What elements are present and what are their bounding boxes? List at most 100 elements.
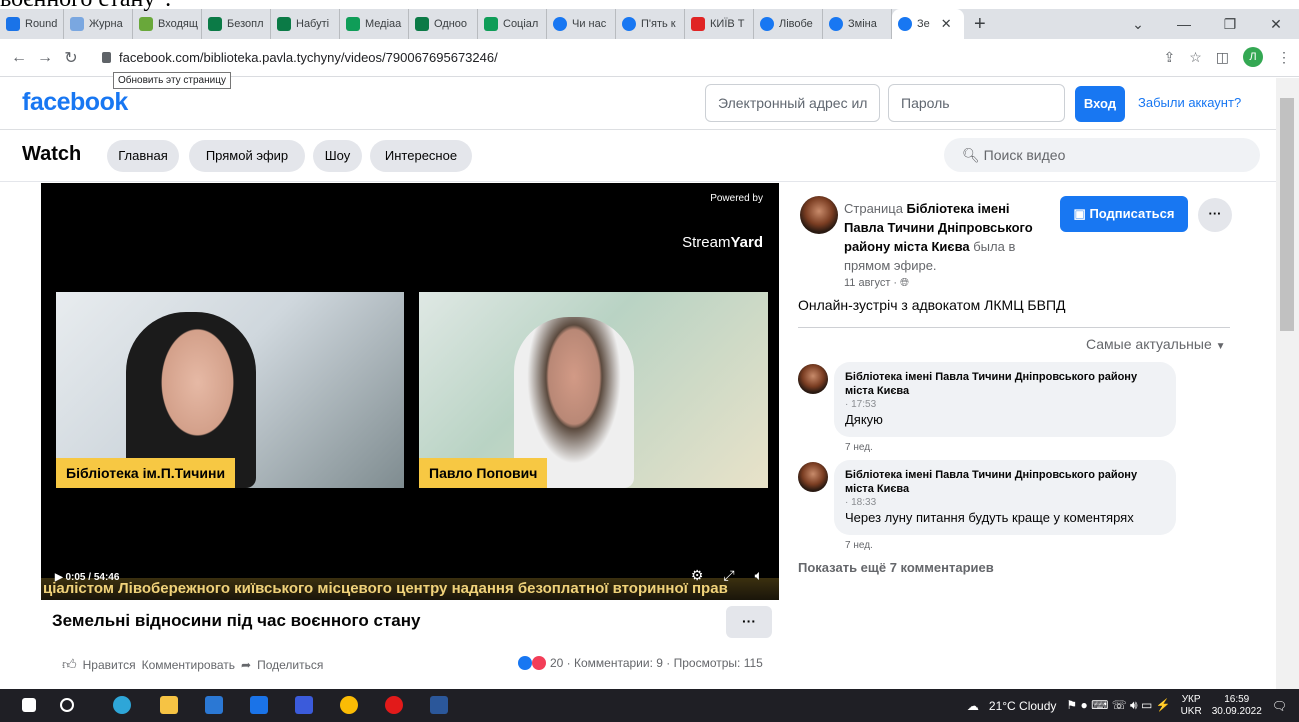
browser-tab[interactable]: Соціал — [478, 9, 547, 39]
tab-label: Зе — [917, 18, 930, 30]
store-icon[interactable] — [205, 696, 223, 714]
side-panel-icon[interactable]: ◫ — [1216, 49, 1229, 66]
language-indicator[interactable]: УКР UKR — [1181, 694, 1202, 718]
post-datetime[interactable]: 11 август · 🌐︎ — [844, 277, 909, 290]
lang-bottom: UKR — [1180, 705, 1202, 717]
search-icon[interactable] — [60, 698, 74, 712]
bookmark-star-icon[interactable]: ☆ — [1189, 49, 1202, 66]
browser-tab[interactable]: Медіаа — [340, 9, 409, 39]
watch-nav-bar: Watch Главная Прямой эфир Шоу Интересное… — [0, 130, 1276, 182]
share-arrow-icon[interactable]: ➦ — [241, 658, 251, 672]
minimize-icon[interactable]: — — [1161, 9, 1207, 39]
scrollbar-thumb[interactable] — [1280, 98, 1294, 331]
video-search-input[interactable]: 🔍︎ Поиск видео — [944, 138, 1260, 172]
facebook-icon — [829, 17, 843, 31]
browser-tab-active[interactable]: Зе ✕ — [892, 9, 964, 39]
comment-author[interactable]: Бібліотека імені Павла Тичини Дніпровськ… — [845, 468, 1165, 496]
media-player-icon[interactable] — [295, 696, 313, 714]
browser-tab-strip: Round Журна Входящ Безопл Набуті Медіаа … — [0, 9, 1299, 39]
comment-sort-dropdown[interactable]: Самые актуальные ▼ — [1086, 336, 1226, 352]
browser-tab[interactable]: Чи нас — [547, 9, 616, 39]
video-more-button[interactable]: ··· — [726, 606, 772, 638]
show-more-comments-link[interactable]: Показать ещё 7 комментариев — [798, 560, 994, 575]
clock[interactable]: 16:59 30.09.2022 — [1212, 694, 1262, 718]
tab-label: КИЇВ Т — [710, 18, 745, 30]
password-field[interactable]: Пароль — [888, 84, 1065, 122]
brand-bold: Yard — [730, 234, 763, 251]
tab-shows[interactable]: Шоу — [313, 140, 362, 172]
watch-title[interactable]: Watch — [22, 143, 81, 166]
play-icon[interactable]: ▶ — [55, 572, 65, 583]
share-button[interactable]: Поделиться — [257, 658, 323, 672]
tab-favicon-icon — [277, 17, 291, 31]
comment-button[interactable]: Комментировать — [142, 658, 235, 672]
browser-tab[interactable]: Зміна — [823, 9, 892, 39]
windows-start-icon[interactable] — [22, 698, 36, 712]
like-icon[interactable]: 👍︎ — [62, 656, 77, 673]
volume-icon[interactable]: 🔈︎ — [755, 567, 763, 584]
browser-tab[interactable]: П'ять к — [616, 9, 685, 39]
file-explorer-icon[interactable] — [160, 696, 178, 714]
comment-avatar[interactable] — [798, 462, 828, 492]
menu-dots-icon[interactable]: ⋮ — [1277, 49, 1291, 66]
facebook-icon — [622, 17, 636, 31]
email-field[interactable]: Электронный адрес ил — [705, 84, 880, 122]
browser-tab[interactable]: Входящ — [133, 9, 202, 39]
browser-tab[interactable]: Одноо — [409, 9, 478, 39]
page-avatar[interactable] — [800, 196, 838, 234]
camera-2-name-badge: Павло Попович — [419, 458, 548, 488]
love-reaction-icon — [532, 656, 546, 670]
profile-avatar[interactable]: Л — [1243, 47, 1263, 67]
forgot-account-link[interactable]: Забыли аккаунт? — [1138, 95, 1241, 110]
comment-author[interactable]: Бібліотека імені Павла Тичини Дніпровськ… — [845, 370, 1165, 398]
gear-icon[interactable]: ⚙ — [691, 567, 704, 584]
share-icon[interactable]: ⇪ — [1163, 49, 1175, 66]
forward-icon[interactable]: → — [32, 49, 58, 67]
subscribe-button[interactable]: ▣ Подписаться — [1060, 196, 1188, 232]
tab-live[interactable]: Прямой эфир — [189, 140, 305, 172]
restore-icon[interactable]: ❐ — [1207, 9, 1253, 39]
tab-interesting[interactable]: Интересное — [370, 140, 472, 172]
edge-icon[interactable] — [113, 696, 131, 714]
mail-icon[interactable] — [250, 696, 268, 714]
brand-light: Stream — [682, 234, 731, 251]
browser-tab[interactable]: Журна — [64, 9, 133, 39]
tab-home[interactable]: Главная — [107, 140, 179, 172]
address-bar[interactable]: facebook.com/biblioteka.pavla.tychyny/vi… — [92, 44, 1242, 72]
page-scrollbar[interactable] — [1276, 78, 1299, 689]
weather-text[interactable]: 21°C Cloudy — [989, 699, 1057, 713]
back-icon[interactable]: ← — [6, 49, 32, 67]
browser-tab[interactable]: Безопл — [202, 9, 271, 39]
notification-icon[interactable]: 🗨︎ — [1272, 699, 1287, 713]
subscribe-label: Подписаться — [1089, 206, 1175, 221]
like-button[interactable]: Нравится — [83, 658, 136, 672]
login-button[interactable]: Вход — [1075, 86, 1125, 122]
tab-search-icon[interactable]: ⌄ — [1115, 9, 1161, 39]
new-tab-icon[interactable]: + — [974, 13, 986, 36]
like-reaction-icon — [518, 656, 532, 670]
camera-1-name-badge: Бібліотека ім.П.Тичини — [56, 458, 236, 488]
facebook-logo[interactable]: facebook — [22, 88, 128, 117]
fullscreen-icon[interactable]: ⤢ — [723, 567, 734, 584]
browser-tab[interactable]: КИЇВ Т — [685, 9, 754, 39]
page-more-button[interactable]: ··· — [1198, 198, 1232, 232]
comment-text: Дякую — [845, 412, 883, 427]
comment-time[interactable]: · 17:53 — [845, 398, 1165, 411]
tray-icons[interactable]: ⚑ ● ⌨ ☏ 🔊︎ ▭ ⚡ — [1066, 698, 1170, 713]
close-tab-icon[interactable]: ✕ — [941, 16, 952, 32]
word-icon[interactable] — [430, 696, 448, 714]
comment-avatar[interactable] — [798, 364, 828, 394]
comment-age[interactable]: 7 нед. — [845, 442, 873, 453]
stats-text[interactable]: 20 · Комментарии: 9 · Просмотры: 115 — [550, 656, 763, 670]
facebook-icon — [553, 17, 567, 31]
comment-time[interactable]: · 18:33 — [845, 496, 1165, 509]
browser-tab[interactable]: Набуті — [271, 9, 340, 39]
reload-icon[interactable]: ↻ — [58, 48, 84, 68]
video-player[interactable]: Powered by StreamYard Бібліотека ім.П.Ти… — [41, 183, 779, 600]
browser-tab[interactable]: Лівобе — [754, 9, 823, 39]
browser-tab[interactable]: Round — [0, 9, 64, 39]
comment-age[interactable]: 7 нед. — [845, 540, 873, 551]
opera-icon[interactable] — [385, 696, 403, 714]
chrome-icon[interactable] — [340, 696, 358, 714]
close-window-icon[interactable]: ✕ — [1253, 9, 1299, 39]
